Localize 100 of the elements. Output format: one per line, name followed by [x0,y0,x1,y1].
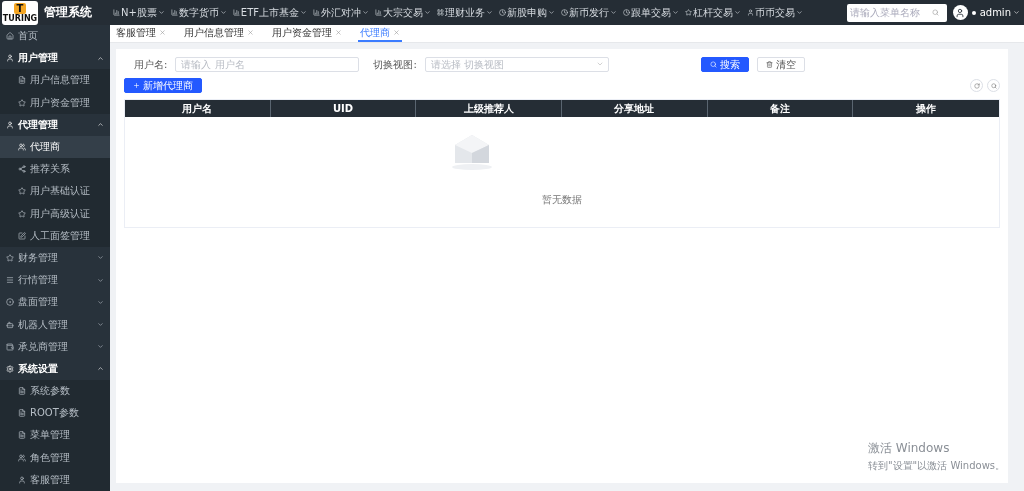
page-tab[interactable]: 代理商 [358,25,402,42]
add-agent-button[interactable]: 新增代理商 [124,78,202,93]
document-icon [18,409,26,418]
nav-menu-item[interactable]: 杠杆交易 [682,5,745,20]
sidebar-subitem[interactable]: 用户资金管理 [0,91,110,114]
nav-menu-item[interactable]: 跟单交易 [620,5,683,20]
menu-search-field[interactable]: 请输入菜单名称 [846,3,947,22]
column-header: 操作 [915,101,938,116]
caret-down-icon [157,9,165,16]
close-icon [393,29,400,36]
username-field[interactable]: 请输入 用户名 [175,57,360,72]
settings-icon [6,364,14,373]
caret-down-icon [97,254,104,262]
close-icon [335,29,342,36]
nav-menu-item[interactable]: ETF上市基金 [229,5,311,20]
users-icon [18,453,26,462]
search-icon [931,9,939,16]
bar-chart-icon [232,9,240,16]
nav-menu-item[interactable]: 数字货币 [167,5,230,20]
nav-menu-item[interactable]: N+股票 [110,5,168,20]
circle-dot-icon [6,298,14,307]
activation-title: 激活 Windows [868,440,951,457]
caret-down-icon [97,276,104,284]
nav-menu-item[interactable]: 外汇对冲 [310,5,373,20]
star-icon [685,9,693,16]
clear-button[interactable]: 清空 [756,57,805,72]
search-icon [709,61,717,68]
sidebar-subitem[interactable]: 客服管理 [0,468,110,491]
document-icon [18,431,26,440]
star-icon [6,253,14,262]
user-icon [6,54,14,63]
bar-chart-icon [170,9,178,16]
column-header: 用户名 [125,100,271,117]
caret-down-icon [486,9,494,16]
sidebar-subitem[interactable]: 用户高级认证 [0,202,110,225]
caret-down-icon [97,321,104,329]
clock-icon [561,9,569,16]
caret-down-icon [300,9,308,16]
edit-icon [18,231,26,240]
clock-icon [623,9,631,16]
column-header: 备注 [707,100,854,117]
sidebar-subitem[interactable]: 用户信息管理 [0,69,110,92]
user-icon [18,475,26,484]
nav-menu-item[interactable]: 币币交易 [744,5,807,20]
user-icon [6,120,14,129]
users-icon [18,143,26,152]
nav-menu-item[interactable]: 理财业务 [434,5,497,20]
plus-icon [133,82,140,89]
trash-icon [765,61,773,68]
user-icon [747,9,755,16]
activation-text: 转到"设置"以激活 Windows。 [868,459,1006,473]
caret-down-icon [672,9,680,16]
sidebar-subitem[interactable]: 角色管理 [0,446,110,469]
document-icon [18,387,26,396]
caret-down-icon [362,9,370,16]
sidebar-subitem[interactable]: 用户基础认证 [0,180,110,203]
share-icon [18,165,26,174]
caret-down-icon [548,9,556,16]
user-menu[interactable]: admin [979,7,1020,18]
refresh-button[interactable] [970,79,983,92]
sidebar-subitem[interactable]: 人工面签管理 [0,224,110,247]
close-icon [159,29,166,36]
view-select[interactable]: 请选择 切换视图 [424,57,609,72]
wallet-icon [6,342,14,351]
search-button[interactable]: 搜索 [700,57,749,72]
nav-menu-item[interactable]: 大宗交易 [372,5,435,20]
caret-down-icon [424,9,432,16]
page-tab[interactable]: 客服管理 [114,25,168,42]
avatar[interactable] [952,5,968,20]
bar-chart-icon [375,9,383,16]
sidebar-subitem[interactable]: 代理商 [0,135,110,159]
sidebar-subitem[interactable]: 系统参数 [0,380,110,403]
clock-icon [499,9,507,16]
sidebar-subitem[interactable]: 推荐关系 [0,158,110,181]
nav-menu-item[interactable]: 新股申购 [496,5,559,20]
user-icon [955,7,966,18]
caret-up-icon [97,365,104,373]
caret-down-icon [734,9,742,16]
logo: T TURING [2,0,38,25]
status-dot-icon [971,10,976,15]
star-icon [18,98,26,107]
star-icon [18,209,26,218]
filter-label: 用户名: [134,57,168,72]
robot-icon [6,320,14,329]
caret-down-icon [219,9,227,16]
column-header: 上级推荐人 [416,100,562,117]
sidebar-subitem[interactable]: 菜单管理 [0,424,110,447]
caret-down-icon [595,60,604,68]
sidebar-subitem[interactable]: ROOT参数 [0,402,110,425]
page-tab[interactable]: 用户信息管理 [182,25,256,42]
caret-down-icon [1013,9,1020,16]
caret-up-icon [97,121,104,129]
search-toggle-button[interactable] [987,79,1000,92]
caret-down-icon [796,9,804,16]
bar-chart-icon [313,9,321,16]
caret-down-icon [97,343,104,351]
home-icon [6,32,14,41]
nav-menu-item[interactable]: 新币发行 [558,5,621,20]
page-tab[interactable]: 用户资金管理 [270,25,344,42]
bar-chart-icon [113,9,120,16]
